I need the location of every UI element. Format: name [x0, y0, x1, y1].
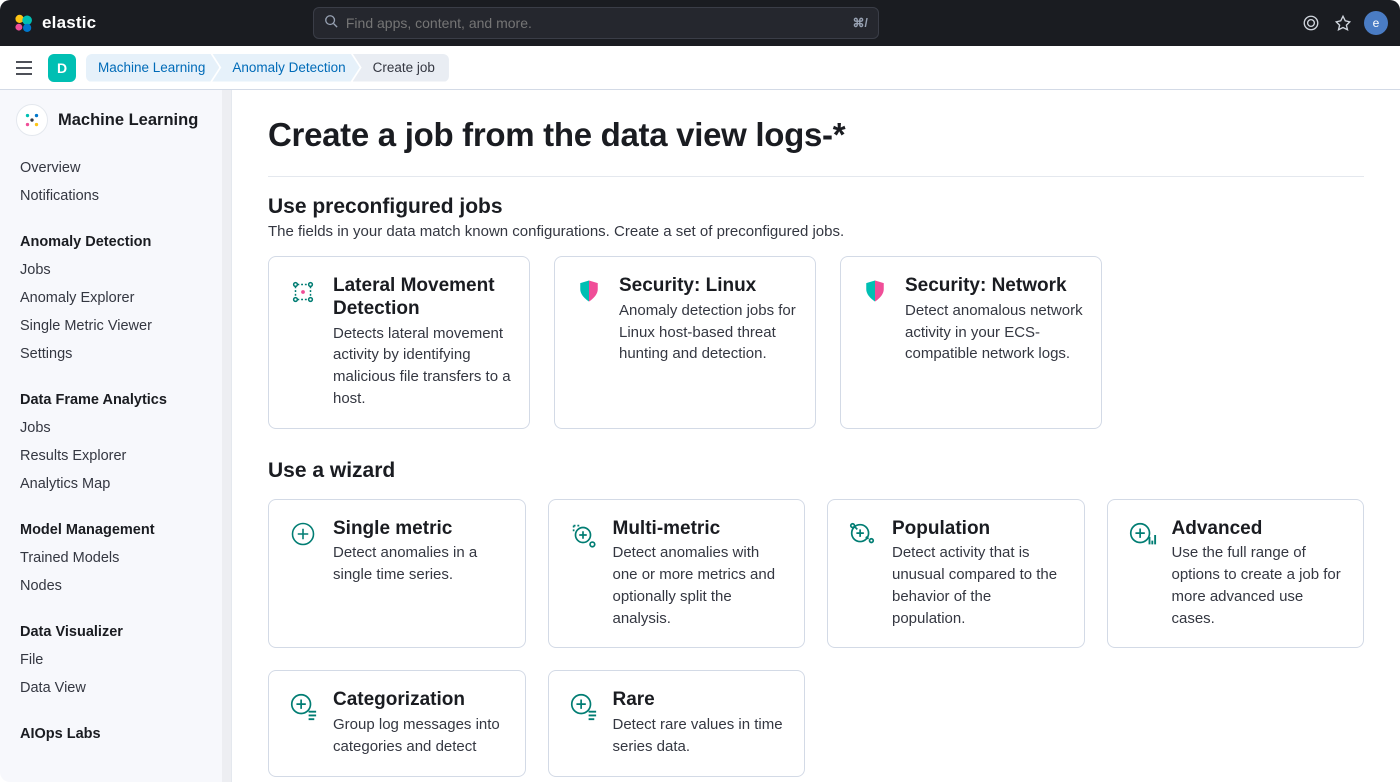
sidebar: Machine Learning Overview Notifications … — [0, 90, 232, 782]
sidebar-item-settings[interactable]: Settings — [0, 340, 231, 368]
sidebar-title: Machine Learning — [58, 109, 198, 131]
preconf-cards: Lateral Movement Detection Detects later… — [268, 256, 1364, 429]
card-security-linux[interactable]: Security: Linux Anomaly detection jobs f… — [554, 256, 816, 429]
logo[interactable]: elastic — [12, 12, 96, 34]
sidebar-group-model-mgmt: Model Management — [0, 514, 231, 544]
card-desc: Detect anomalies with one or more metric… — [613, 542, 787, 629]
divider — [268, 176, 1364, 177]
card-title: Lateral Movement Detection — [333, 275, 511, 321]
population-icon — [846, 518, 878, 630]
search-icon — [324, 14, 338, 33]
card-desc: Anomaly detection jobs for Linux host-ba… — [619, 300, 797, 365]
global-search[interactable]: ⌘/ — [313, 7, 879, 39]
topbar: elastic ⌘/ e — [0, 0, 1400, 46]
nav-toggle-icon[interactable] — [10, 54, 38, 82]
sidebar-group-aiops: AIOps Labs — [0, 718, 231, 748]
sidebar-item-data-view[interactable]: Data View — [0, 674, 231, 702]
card-single-metric[interactable]: Single metric Detect anomalies in a sing… — [268, 499, 526, 649]
card-desc: Detect anomalies in a single time series… — [333, 542, 507, 586]
space-selector[interactable]: D — [48, 54, 76, 82]
preconf-heading: Use preconfigured jobs — [268, 195, 1364, 219]
breadcrumbs: Machine Learning Anomaly Detection Creat… — [86, 54, 449, 82]
card-title: Rare — [613, 689, 787, 712]
page-title: Create a job from the data view logs-* — [268, 116, 1364, 154]
card-lateral-movement[interactable]: Lateral Movement Detection Detects later… — [268, 256, 530, 429]
card-title: Single metric — [333, 518, 507, 541]
card-rare[interactable]: Rare Detect rare values in time series d… — [548, 670, 806, 776]
security-shield-icon — [859, 275, 891, 410]
wizard-cards: Single metric Detect anomalies in a sing… — [268, 499, 1364, 777]
advanced-icon — [1126, 518, 1158, 630]
card-title: Population — [892, 518, 1066, 541]
card-desc: Detect rare values in time series data. — [613, 714, 787, 758]
single-metric-icon — [287, 518, 319, 630]
lateral-movement-icon — [287, 275, 319, 410]
sidebar-header: Machine Learning — [0, 104, 231, 146]
subbar: D Machine Learning Anomaly Detection Cre… — [0, 46, 1400, 90]
sidebar-item-dfa-jobs[interactable]: Jobs — [0, 414, 231, 442]
sidebar-group-data-vis: Data Visualizer — [0, 616, 231, 646]
card-title: Security: Network — [905, 275, 1083, 298]
sidebar-item-overview[interactable]: Overview — [0, 154, 231, 182]
sidebar-item-notifications[interactable]: Notifications — [0, 182, 231, 210]
card-title: Categorization — [333, 689, 507, 712]
topbar-right: e — [1300, 11, 1388, 35]
card-multi-metric[interactable]: Multi-metric Detect anomalies with one o… — [548, 499, 806, 649]
search-input[interactable] — [346, 15, 845, 31]
sidebar-item-results-explorer[interactable]: Results Explorer — [0, 442, 231, 470]
card-desc: Group log messages into categories and d… — [333, 714, 507, 758]
newsfeed-icon[interactable] — [1300, 12, 1322, 34]
sidebar-group-anomaly: Anomaly Detection — [0, 226, 231, 256]
main-content: Create a job from the data view logs-* U… — [232, 90, 1400, 782]
card-advanced[interactable]: Advanced Use the full range of options t… — [1107, 499, 1365, 649]
card-title: Multi-metric — [613, 518, 787, 541]
sidebar-item-nodes[interactable]: Nodes — [0, 572, 231, 600]
sidebar-item-jobs[interactable]: Jobs — [0, 256, 231, 284]
sidebar-item-analytics-map[interactable]: Analytics Map — [0, 470, 231, 498]
brand-text: elastic — [42, 13, 96, 33]
card-desc: Detect anomalous network activity in you… — [905, 300, 1083, 365]
user-avatar[interactable]: e — [1364, 11, 1388, 35]
sidebar-item-single-metric-viewer[interactable]: Single Metric Viewer — [0, 312, 231, 340]
card-title: Security: Linux — [619, 275, 797, 298]
wizard-heading: Use a wizard — [268, 459, 1364, 483]
categorization-icon — [287, 689, 319, 757]
card-security-network[interactable]: Security: Network Detect anomalous netwo… — [840, 256, 1102, 429]
ml-app-icon — [16, 104, 48, 136]
rare-icon — [567, 689, 599, 757]
sidebar-item-file[interactable]: File — [0, 646, 231, 674]
multi-metric-icon — [567, 518, 599, 630]
breadcrumb-anomaly[interactable]: Anomaly Detection — [212, 54, 359, 82]
breadcrumb-current: Create job — [353, 54, 449, 82]
card-categorization[interactable]: Categorization Group log messages into c… — [268, 670, 526, 776]
elastic-logo-icon — [12, 12, 34, 34]
help-icon[interactable] — [1332, 12, 1354, 34]
sidebar-group-dfa: Data Frame Analytics — [0, 384, 231, 414]
security-shield-icon — [573, 275, 605, 410]
search-shortcut: ⌘/ — [853, 16, 868, 30]
card-desc: Detects lateral movement activity by ide… — [333, 323, 511, 410]
sidebar-item-trained-models[interactable]: Trained Models — [0, 544, 231, 572]
breadcrumb-ml[interactable]: Machine Learning — [86, 54, 219, 82]
card-title: Advanced — [1172, 518, 1346, 541]
preconf-sub: The fields in your data match known conf… — [268, 223, 1364, 240]
card-population[interactable]: Population Detect activity that is unusu… — [827, 499, 1085, 649]
sidebar-item-anomaly-explorer[interactable]: Anomaly Explorer — [0, 284, 231, 312]
card-desc: Detect activity that is unusual compared… — [892, 542, 1066, 629]
card-desc: Use the full range of options to create … — [1172, 542, 1346, 629]
